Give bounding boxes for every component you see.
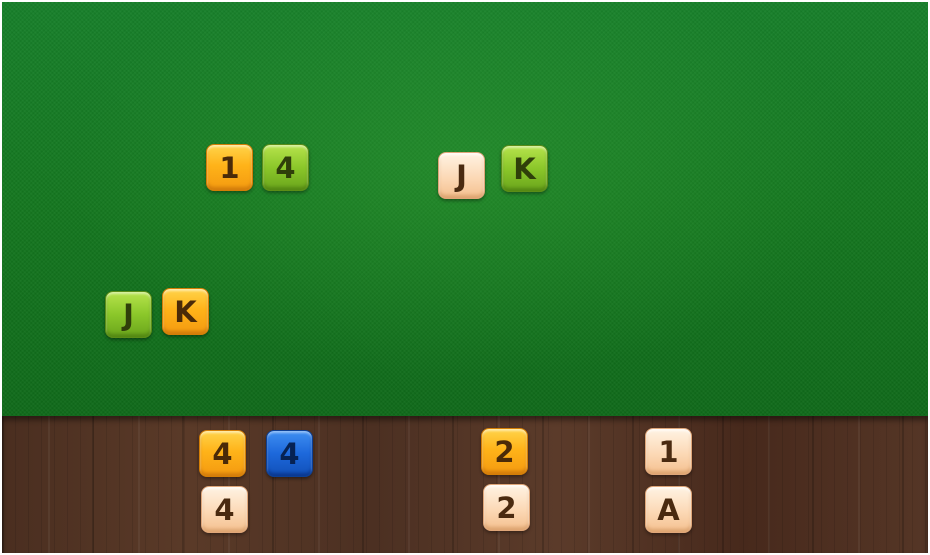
table-felt[interactable]: 1 4 J K J K <box>2 2 928 416</box>
table-tile[interactable]: 1 <box>206 144 253 191</box>
table-tile[interactable]: J <box>438 152 485 199</box>
rack-tile[interactable]: 1 <box>645 428 692 475</box>
table-tile[interactable]: K <box>162 288 209 335</box>
rack-tile[interactable]: A <box>645 486 692 533</box>
rack-tile[interactable]: 4 <box>266 430 313 477</box>
rack-tile[interactable]: 2 <box>481 428 528 475</box>
rack-tile[interactable]: 2 <box>483 484 530 531</box>
game-board: 1 4 J K J K 4 4 4 2 2 1 A <box>2 2 928 553</box>
table-tile[interactable]: J <box>105 291 152 338</box>
rack-tile[interactable]: 4 <box>201 486 248 533</box>
rack-tile[interactable]: 4 <box>199 430 246 477</box>
table-tile[interactable]: K <box>501 145 548 192</box>
player-rack[interactable]: 4 4 4 2 2 1 A <box>2 416 928 553</box>
table-tile[interactable]: 4 <box>262 144 309 191</box>
